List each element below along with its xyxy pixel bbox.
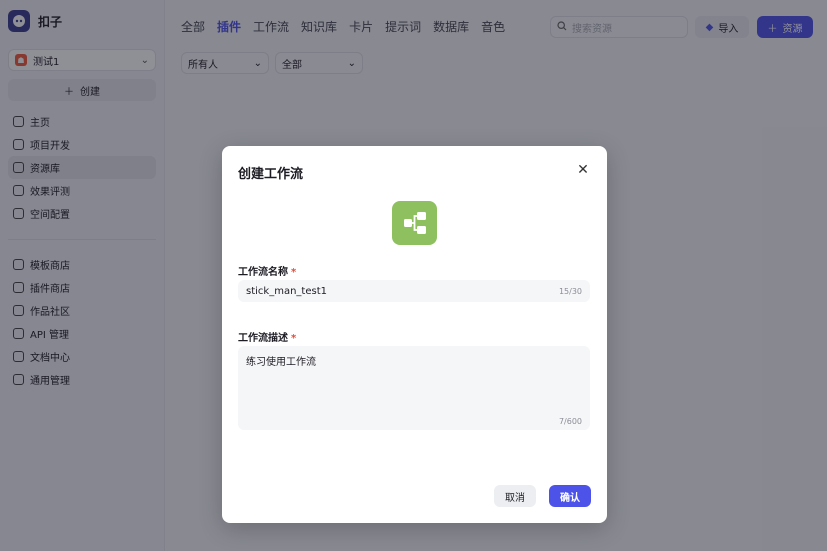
- confirm-button[interactable]: 确认: [549, 485, 591, 507]
- name-char-counter: 15/30: [558, 286, 582, 296]
- workflow-name-label: 工作流名称 *: [238, 263, 296, 278]
- workflow-name-label-text: 工作流名称: [238, 267, 288, 278]
- close-icon[interactable]: ✕: [575, 162, 591, 178]
- cancel-button[interactable]: 取消: [494, 485, 536, 507]
- workflow-icon[interactable]: [392, 201, 437, 245]
- workflow-desc-value: 练习使用工作流: [246, 357, 316, 368]
- dialog-title: 创建工作流: [238, 167, 304, 182]
- workflow-desc-label-text: 工作流描述: [238, 333, 288, 344]
- required-mark: *: [291, 267, 297, 278]
- workflow-desc-label: 工作流描述 *: [238, 329, 296, 344]
- workflow-name-input[interactable]: stick_man_test1 15/30: [238, 280, 590, 302]
- required-mark: *: [291, 333, 297, 344]
- workflow-name-value: stick_man_test1: [246, 285, 327, 297]
- workflow-desc-textarea[interactable]: 练习使用工作流 7/600: [238, 346, 590, 430]
- desc-char-counter: 7/600: [558, 417, 582, 426]
- create-workflow-dialog: 创建工作流 ✕ 工作流名称 * stick_man_test1 15/30 工作流…: [222, 146, 607, 523]
